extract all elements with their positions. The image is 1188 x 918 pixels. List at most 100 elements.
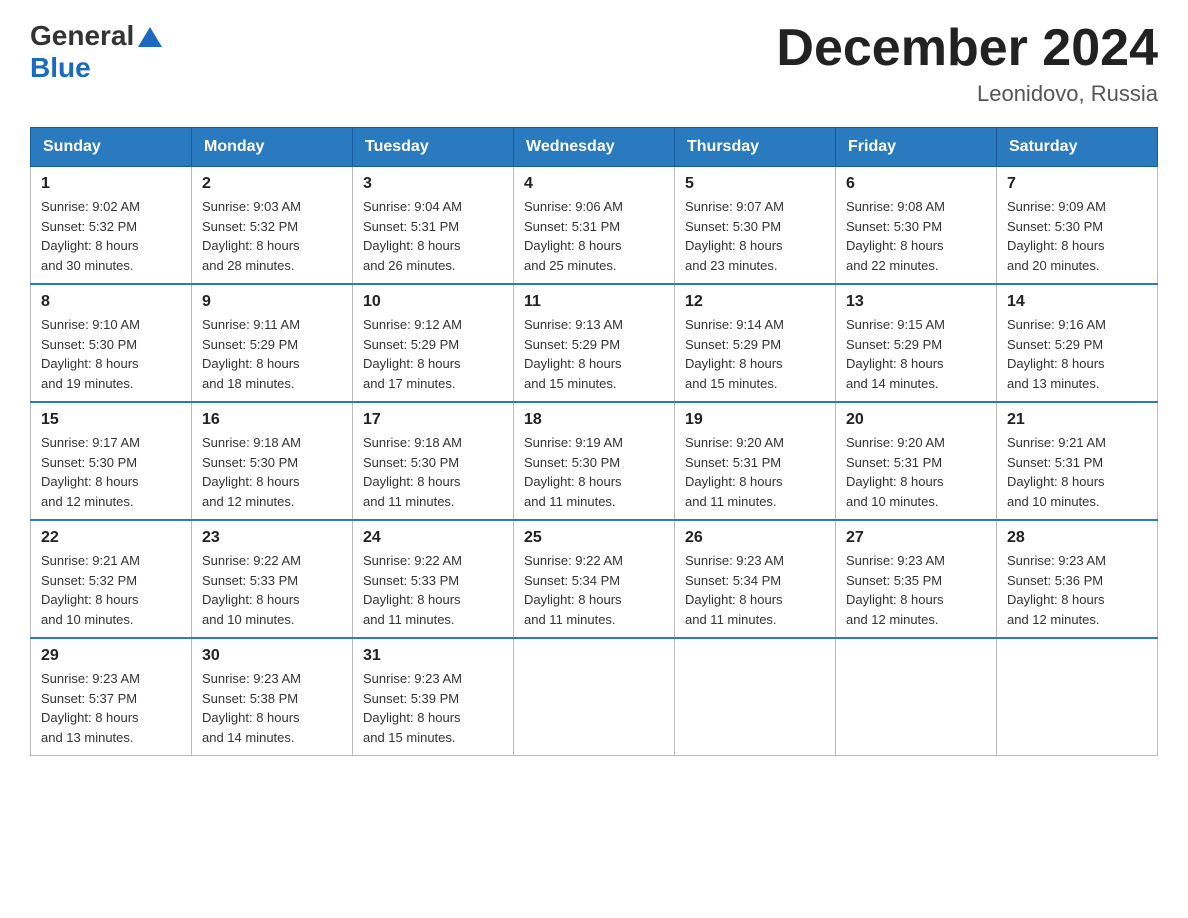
calendar-cell: 7 Sunrise: 9:09 AM Sunset: 5:30 PM Dayli…	[997, 167, 1158, 285]
calendar-header-wednesday: Wednesday	[514, 128, 675, 167]
day-info: Sunrise: 9:23 AM Sunset: 5:37 PM Dayligh…	[41, 669, 181, 747]
calendar-cell: 22 Sunrise: 9:21 AM Sunset: 5:32 PM Dayl…	[31, 520, 192, 638]
day-info: Sunrise: 9:13 AM Sunset: 5:29 PM Dayligh…	[524, 315, 664, 393]
day-number: 9	[202, 293, 342, 311]
calendar-header-monday: Monday	[192, 128, 353, 167]
day-number: 2	[202, 175, 342, 193]
day-info: Sunrise: 9:22 AM Sunset: 5:33 PM Dayligh…	[363, 551, 503, 629]
day-info: Sunrise: 9:21 AM Sunset: 5:31 PM Dayligh…	[1007, 433, 1147, 511]
day-info: Sunrise: 9:11 AM Sunset: 5:29 PM Dayligh…	[202, 315, 342, 393]
day-info: Sunrise: 9:02 AM Sunset: 5:32 PM Dayligh…	[41, 197, 181, 275]
day-number: 16	[202, 411, 342, 429]
day-info: Sunrise: 9:03 AM Sunset: 5:32 PM Dayligh…	[202, 197, 342, 275]
calendar-cell	[836, 638, 997, 756]
calendar-cell	[514, 638, 675, 756]
day-number: 28	[1007, 529, 1147, 547]
calendar-table: SundayMondayTuesdayWednesdayThursdayFrid…	[30, 127, 1158, 756]
day-info: Sunrise: 9:17 AM Sunset: 5:30 PM Dayligh…	[41, 433, 181, 511]
calendar-cell: 9 Sunrise: 9:11 AM Sunset: 5:29 PM Dayli…	[192, 284, 353, 402]
calendar-cell: 1 Sunrise: 9:02 AM Sunset: 5:32 PM Dayli…	[31, 167, 192, 285]
calendar-cell: 30 Sunrise: 9:23 AM Sunset: 5:38 PM Dayl…	[192, 638, 353, 756]
calendar-cell: 2 Sunrise: 9:03 AM Sunset: 5:32 PM Dayli…	[192, 167, 353, 285]
calendar-cell: 23 Sunrise: 9:22 AM Sunset: 5:33 PM Dayl…	[192, 520, 353, 638]
calendar-cell	[675, 638, 836, 756]
day-info: Sunrise: 9:23 AM Sunset: 5:36 PM Dayligh…	[1007, 551, 1147, 629]
day-number: 3	[363, 175, 503, 193]
day-info: Sunrise: 9:09 AM Sunset: 5:30 PM Dayligh…	[1007, 197, 1147, 275]
calendar-cell: 16 Sunrise: 9:18 AM Sunset: 5:30 PM Dayl…	[192, 402, 353, 520]
calendar-cell: 17 Sunrise: 9:18 AM Sunset: 5:30 PM Dayl…	[353, 402, 514, 520]
day-number: 1	[41, 175, 181, 193]
day-info: Sunrise: 9:15 AM Sunset: 5:29 PM Dayligh…	[846, 315, 986, 393]
day-number: 29	[41, 647, 181, 665]
day-info: Sunrise: 9:12 AM Sunset: 5:29 PM Dayligh…	[363, 315, 503, 393]
day-info: Sunrise: 9:14 AM Sunset: 5:29 PM Dayligh…	[685, 315, 825, 393]
calendar-cell: 14 Sunrise: 9:16 AM Sunset: 5:29 PM Dayl…	[997, 284, 1158, 402]
logo: General Blue	[30, 20, 164, 84]
day-info: Sunrise: 9:23 AM Sunset: 5:38 PM Dayligh…	[202, 669, 342, 747]
day-info: Sunrise: 9:16 AM Sunset: 5:29 PM Dayligh…	[1007, 315, 1147, 393]
day-info: Sunrise: 9:04 AM Sunset: 5:31 PM Dayligh…	[363, 197, 503, 275]
day-info: Sunrise: 9:10 AM Sunset: 5:30 PM Dayligh…	[41, 315, 181, 393]
page-header: General Blue December 2024 Leonidovo, Ru…	[30, 20, 1158, 107]
calendar-header-tuesday: Tuesday	[353, 128, 514, 167]
day-number: 5	[685, 175, 825, 193]
day-info: Sunrise: 9:06 AM Sunset: 5:31 PM Dayligh…	[524, 197, 664, 275]
logo-triangle-icon	[136, 23, 164, 51]
calendar-cell: 3 Sunrise: 9:04 AM Sunset: 5:31 PM Dayli…	[353, 167, 514, 285]
day-info: Sunrise: 9:08 AM Sunset: 5:30 PM Dayligh…	[846, 197, 986, 275]
calendar-week-row: 15 Sunrise: 9:17 AM Sunset: 5:30 PM Dayl…	[31, 402, 1158, 520]
day-info: Sunrise: 9:20 AM Sunset: 5:31 PM Dayligh…	[846, 433, 986, 511]
calendar-cell: 12 Sunrise: 9:14 AM Sunset: 5:29 PM Dayl…	[675, 284, 836, 402]
calendar-cell: 31 Sunrise: 9:23 AM Sunset: 5:39 PM Dayl…	[353, 638, 514, 756]
calendar-cell: 26 Sunrise: 9:23 AM Sunset: 5:34 PM Dayl…	[675, 520, 836, 638]
title-section: December 2024 Leonidovo, Russia	[776, 20, 1158, 107]
day-number: 15	[41, 411, 181, 429]
calendar-cell: 18 Sunrise: 9:19 AM Sunset: 5:30 PM Dayl…	[514, 402, 675, 520]
calendar-cell: 29 Sunrise: 9:23 AM Sunset: 5:37 PM Dayl…	[31, 638, 192, 756]
day-number: 6	[846, 175, 986, 193]
month-title: December 2024	[776, 20, 1158, 77]
day-number: 14	[1007, 293, 1147, 311]
calendar-cell: 19 Sunrise: 9:20 AM Sunset: 5:31 PM Dayl…	[675, 402, 836, 520]
calendar-week-row: 8 Sunrise: 9:10 AM Sunset: 5:30 PM Dayli…	[31, 284, 1158, 402]
day-number: 4	[524, 175, 664, 193]
day-number: 20	[846, 411, 986, 429]
day-number: 18	[524, 411, 664, 429]
calendar-cell: 6 Sunrise: 9:08 AM Sunset: 5:30 PM Dayli…	[836, 167, 997, 285]
day-info: Sunrise: 9:21 AM Sunset: 5:32 PM Dayligh…	[41, 551, 181, 629]
day-number: 23	[202, 529, 342, 547]
calendar-cell: 27 Sunrise: 9:23 AM Sunset: 5:35 PM Dayl…	[836, 520, 997, 638]
calendar-cell: 28 Sunrise: 9:23 AM Sunset: 5:36 PM Dayl…	[997, 520, 1158, 638]
day-number: 7	[1007, 175, 1147, 193]
day-number: 8	[41, 293, 181, 311]
calendar-cell	[997, 638, 1158, 756]
day-info: Sunrise: 9:23 AM Sunset: 5:34 PM Dayligh…	[685, 551, 825, 629]
calendar-cell: 15 Sunrise: 9:17 AM Sunset: 5:30 PM Dayl…	[31, 402, 192, 520]
day-number: 17	[363, 411, 503, 429]
calendar-header-thursday: Thursday	[675, 128, 836, 167]
day-number: 19	[685, 411, 825, 429]
day-number: 31	[363, 647, 503, 665]
day-info: Sunrise: 9:19 AM Sunset: 5:30 PM Dayligh…	[524, 433, 664, 511]
calendar-week-row: 22 Sunrise: 9:21 AM Sunset: 5:32 PM Dayl…	[31, 520, 1158, 638]
calendar-cell: 21 Sunrise: 9:21 AM Sunset: 5:31 PM Dayl…	[997, 402, 1158, 520]
calendar-cell: 5 Sunrise: 9:07 AM Sunset: 5:30 PM Dayli…	[675, 167, 836, 285]
day-info: Sunrise: 9:18 AM Sunset: 5:30 PM Dayligh…	[363, 433, 503, 511]
calendar-cell: 11 Sunrise: 9:13 AM Sunset: 5:29 PM Dayl…	[514, 284, 675, 402]
day-info: Sunrise: 9:07 AM Sunset: 5:30 PM Dayligh…	[685, 197, 825, 275]
day-info: Sunrise: 9:22 AM Sunset: 5:33 PM Dayligh…	[202, 551, 342, 629]
day-number: 22	[41, 529, 181, 547]
day-info: Sunrise: 9:23 AM Sunset: 5:35 PM Dayligh…	[846, 551, 986, 629]
calendar-week-row: 1 Sunrise: 9:02 AM Sunset: 5:32 PM Dayli…	[31, 167, 1158, 285]
day-info: Sunrise: 9:18 AM Sunset: 5:30 PM Dayligh…	[202, 433, 342, 511]
calendar-header-saturday: Saturday	[997, 128, 1158, 167]
day-number: 21	[1007, 411, 1147, 429]
calendar-header-friday: Friday	[836, 128, 997, 167]
day-number: 12	[685, 293, 825, 311]
day-number: 11	[524, 293, 664, 311]
day-number: 27	[846, 529, 986, 547]
calendar-cell: 25 Sunrise: 9:22 AM Sunset: 5:34 PM Dayl…	[514, 520, 675, 638]
logo-general-text: General	[30, 20, 134, 52]
calendar-header-row: SundayMondayTuesdayWednesdayThursdayFrid…	[31, 128, 1158, 167]
